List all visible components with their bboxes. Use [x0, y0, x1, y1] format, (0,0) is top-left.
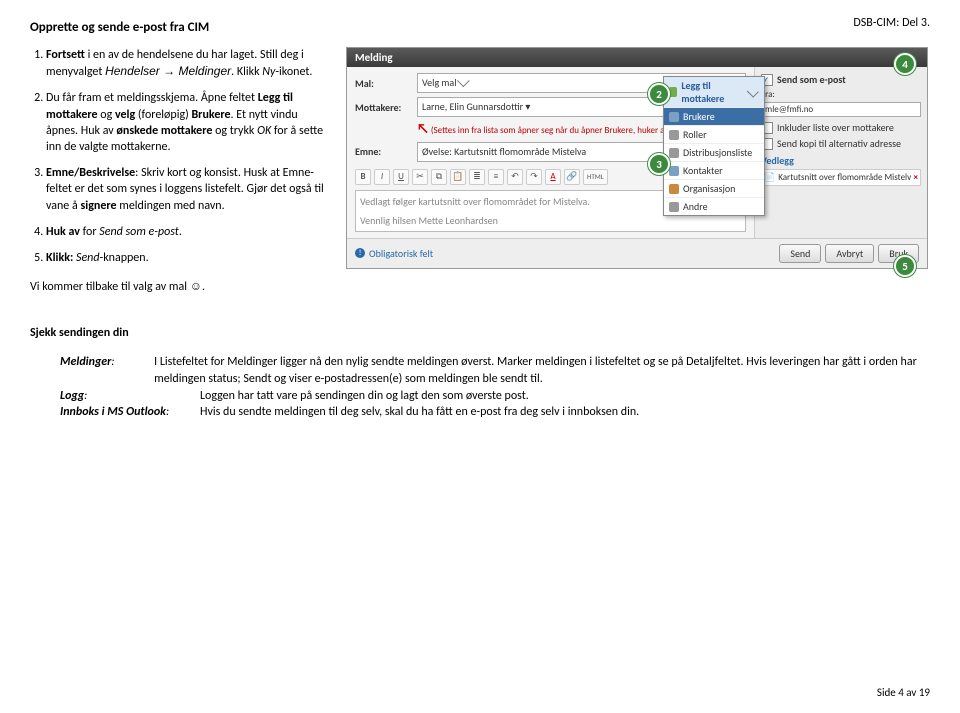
contacts-icon [669, 166, 679, 176]
undo-icon[interactable]: ↶ [507, 169, 523, 185]
chevron-down-icon [747, 85, 759, 97]
menu-item-distribusjonsliste[interactable]: Distribusjonsliste [664, 143, 764, 161]
link-icon[interactable]: 🔗 [564, 169, 580, 185]
check-meldinger: Meldinger:I Listefeltet for Meldinger li… [60, 354, 930, 388]
other-icon [669, 202, 679, 212]
legg-til-mottakere-menu[interactable]: Legg til mottakere Brukere Roller Distri… [663, 76, 765, 216]
chk-send-epost[interactable]: Send som e-post [761, 73, 921, 86]
check-innboks: Innboks i MS Outlook:Hvis du sendte meld… [60, 404, 930, 421]
plus-icon [669, 87, 677, 97]
list-icon[interactable]: ≣ [469, 169, 485, 185]
list-icon [669, 148, 679, 158]
menu-item-kontakter[interactable]: Kontakter [664, 161, 764, 179]
redo-icon[interactable]: ↷ [526, 169, 542, 185]
page-footer: Side 4 av 19 [877, 686, 930, 699]
page-title: Opprette og sende e-post fra CIM [30, 20, 930, 35]
step-5: Klikk: Send-knappen. [46, 250, 330, 266]
copy-icon[interactable]: ⧉ [431, 169, 447, 185]
callout-5: 5 [894, 255, 916, 277]
role-icon [669, 130, 679, 140]
doc-ref: DSB-CIM: Del 3. [853, 16, 930, 30]
instruction-column: Fortsett i en av de hendelsene du har la… [30, 47, 330, 307]
menu-item-organisasjon[interactable]: Organisasjon [664, 179, 764, 197]
chk-liste[interactable]: Inkluder liste over mottakere [761, 121, 921, 134]
step-3: Emne/Beskrivelse: Skriv kort og konsist.… [46, 165, 330, 214]
numlist-icon[interactable]: ≡ [488, 169, 504, 185]
html-icon[interactable]: HTML [583, 169, 608, 185]
close-icon[interactable]: × [914, 172, 918, 183]
callout-4: 4 [894, 53, 916, 75]
menu-item-roller[interactable]: Roller [664, 125, 764, 143]
check-logg: Logg:Loggen har tatt vare på sendingen d… [60, 388, 930, 405]
label-mottakere: Mottakere: [355, 101, 411, 114]
menu-header[interactable]: Legg til mottakere [664, 77, 764, 107]
step-4: Huk av for Send som e-post. [46, 224, 330, 240]
callout-3: 3 [648, 153, 670, 175]
bold-icon[interactable]: B [355, 169, 371, 185]
label-vedlegg: Vedlegg [761, 154, 921, 167]
avbryt-button[interactable]: Avbryt [825, 244, 874, 263]
post-note: Vi kommer tilbake til valg av mal ☺. [30, 278, 330, 295]
check-list: Meldinger:I Listefeltet for Meldinger li… [30, 354, 930, 421]
textcolor-icon[interactable]: A [545, 169, 561, 185]
info-icon: ! [355, 248, 365, 258]
window-title: Melding [347, 48, 927, 67]
paste-icon[interactable]: 📋 [450, 169, 466, 185]
step-1: Fortsett i en av de hendelsene du har la… [46, 47, 330, 80]
label-mal: Mal: [355, 77, 411, 90]
screenshot-annotation: Melding Mal:Velg mal Mottakere:Larne, El… [346, 47, 930, 307]
label-fra: Fra: [761, 89, 921, 100]
chk-kopi[interactable]: Send kopi til alternativ adresse [761, 137, 921, 150]
user-icon [669, 112, 679, 122]
check-title: Sjekk sendingen din [30, 326, 129, 340]
cut-icon[interactable]: ✂ [412, 169, 428, 185]
attachment[interactable]: 📄Kartutsnitt over flomområde Mistelva.do… [761, 169, 921, 186]
obligatory-hint: !Obligatorisk felt [355, 247, 433, 260]
org-icon [669, 184, 679, 194]
menu-item-andre[interactable]: Andre [664, 197, 764, 215]
label-emne: Emne: [355, 145, 411, 158]
step-2: Du får fram et meldingsskjema. Åpne felt… [46, 90, 330, 155]
callout-2: 2 [648, 83, 670, 105]
screenshot: Melding Mal:Velg mal Mottakere:Larne, El… [346, 47, 928, 269]
chevron-down-icon [457, 74, 470, 87]
field-fra[interactable]: mle@fmfi.no [761, 102, 921, 117]
menu-item-brukere[interactable]: Brukere [664, 107, 764, 125]
file-icon: 📄 [764, 172, 775, 183]
italic-icon[interactable]: I [374, 169, 390, 185]
send-button[interactable]: Send [779, 244, 821, 263]
underline-icon[interactable]: U [393, 169, 409, 185]
